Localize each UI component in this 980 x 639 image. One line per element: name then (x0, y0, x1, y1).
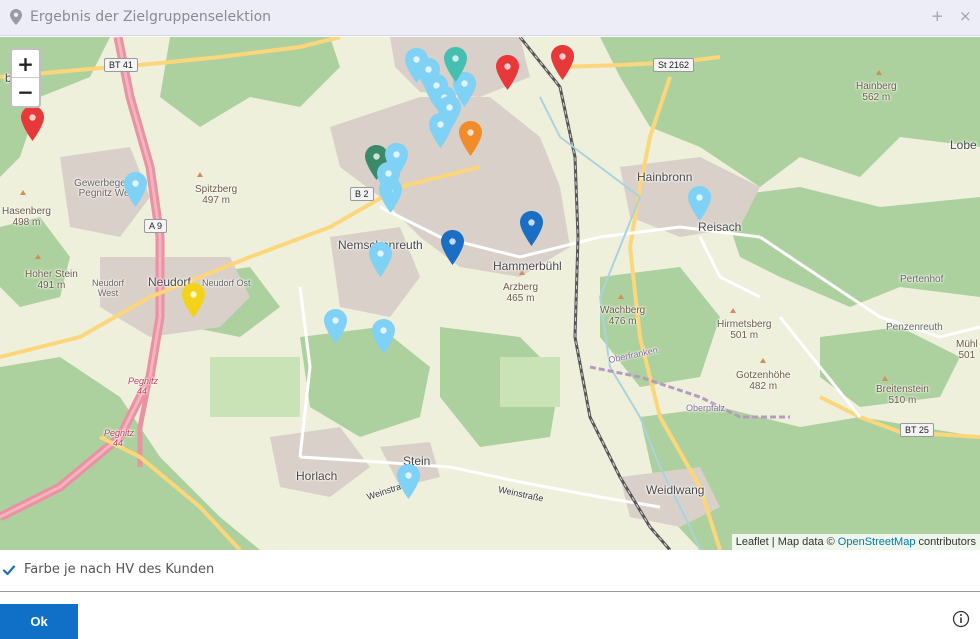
map-marker-light-blue-2[interactable] (123, 171, 148, 208)
map-marker-orange-19[interactable] (458, 120, 483, 157)
openstreetmap-link[interactable]: OpenStreetMap (838, 536, 916, 548)
road-shield-st2162: St 2162 (653, 58, 695, 72)
map-marker-red-21[interactable] (550, 44, 575, 81)
close-icon[interactable]: × (959, 6, 972, 26)
zoom-in-button[interactable]: + (12, 50, 39, 78)
color-by-hv-label: Farbe je nach HV des Kunden (24, 562, 215, 577)
map-view[interactable]: Nemschenreuth Hammerbühl Hainbronn Reisa… (0, 37, 980, 550)
map-marker-dark-blue-23[interactable] (519, 210, 544, 247)
dialog-titlebar: Ergebnis der Zielgruppenselektion + × (0, 0, 980, 36)
road-shield-a9: A 9 (144, 219, 168, 233)
map-attribution: Leaflet | Map data © OpenStreetMap contr… (731, 534, 980, 550)
map-marker-light-blue-4[interactable] (323, 308, 348, 345)
map-marker-light-blue-10[interactable] (384, 142, 409, 179)
dialog-title: Ergebnis der Zielgruppenselektion (30, 9, 272, 25)
map-marker-light-blue-18[interactable] (428, 112, 453, 149)
map-marker-red-20[interactable] (495, 54, 520, 91)
road-shield-b2: B 2 (350, 187, 374, 201)
footer-divider (0, 591, 980, 592)
plus-icon[interactable]: + (931, 6, 944, 26)
map-marker-icon (10, 9, 22, 25)
map-marker-red-1[interactable] (20, 105, 45, 142)
road-shield-bt41: BT 41 (104, 58, 138, 72)
map-marker-light-blue-5[interactable] (371, 318, 396, 355)
map-marker-dark-blue-22[interactable] (440, 229, 465, 266)
zoom-out-button[interactable]: − (12, 78, 39, 106)
info-icon[interactable] (952, 610, 970, 628)
map-tiles (0, 37, 980, 550)
map-marker-yellow-3[interactable] (181, 282, 206, 319)
zoom-control: + − (10, 48, 41, 108)
ok-button[interactable]: Ok (0, 604, 78, 639)
map-marker-light-blue-6[interactable] (368, 241, 393, 278)
map-marker-teal-17[interactable] (443, 46, 468, 83)
map-marker-light-blue-24[interactable] (687, 185, 712, 222)
road-shield-bt25: BT 25 (900, 423, 934, 437)
map-marker-light-blue-25[interactable] (396, 463, 421, 500)
color-by-hv-checkbox[interactable] (2, 563, 16, 577)
target-group-result-dialog: Ergebnis der Zielgruppenselektion + × Ha… (0, 0, 980, 639)
